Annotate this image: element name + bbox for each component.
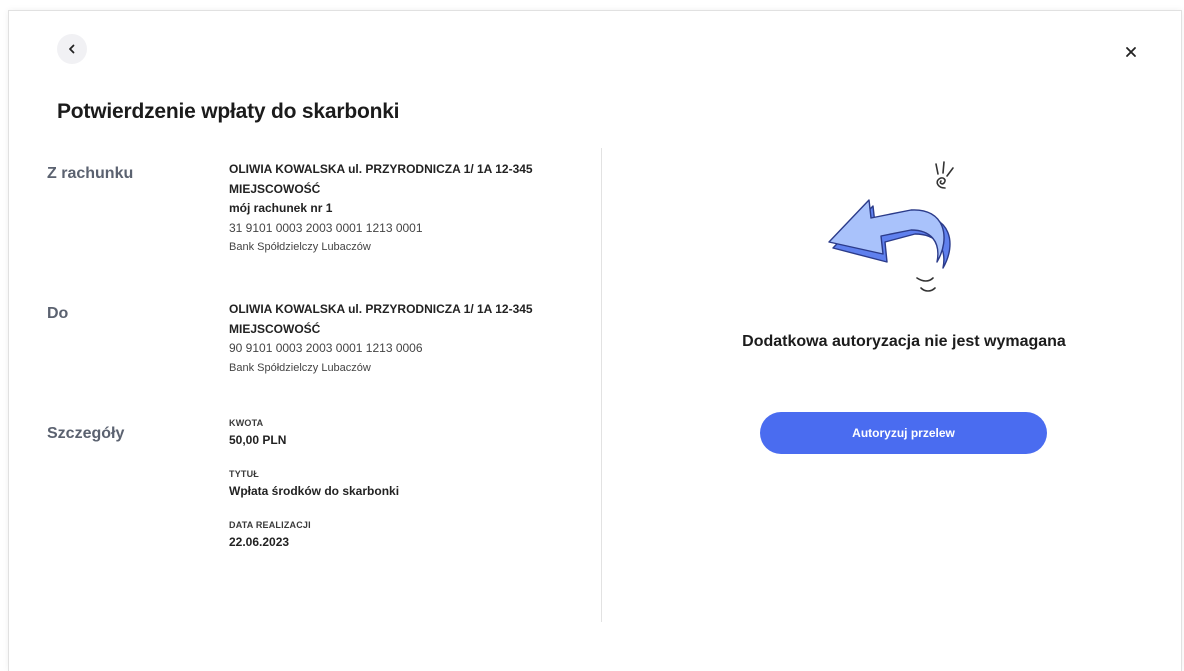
- authorization-status-text: Dodatkowa autoryzacja nie jest wymagana: [742, 333, 1066, 350]
- to-account-details: OLIWIA KOWALSKA ul. PRZYRODNICZA 1/ 1A 1…: [229, 300, 533, 378]
- to-bank-name: Bank Spółdzielczy Lubaczów: [229, 361, 371, 374]
- swirl-icon: [936, 177, 946, 189]
- from-account-name: mój rachunek nr 1: [229, 201, 333, 215]
- to-owner-line2: MIEJSCOWOŚĆ: [229, 321, 321, 336]
- amount-value: 50,00 PLN: [229, 433, 287, 447]
- from-account-number: 31 9101 0003 2003 0001 1213 0001: [229, 220, 423, 235]
- to-account-label: Do: [47, 305, 69, 322]
- execution-date-label: DATA REALIZACJI: [229, 520, 311, 530]
- details-label: Szczegóły: [47, 425, 125, 442]
- return-arrow-illustration: [828, 161, 954, 292]
- from-bank-name: Bank Spółdzielczy Lubaczów: [229, 241, 371, 253]
- amount-label: KWOTA: [229, 418, 264, 428]
- from-owner-line1: OLIWIA KOWALSKA ul. PRZYRODNICZA 1/ 1A 1…: [229, 162, 533, 176]
- page-title: Potwierdzenie wpłaty do skarbonki: [57, 100, 400, 123]
- curved-arrow-icon: [828, 199, 951, 269]
- back-button[interactable]: [57, 34, 87, 64]
- close-button[interactable]: [1116, 37, 1146, 67]
- sparkle-lines-icon: [935, 161, 954, 177]
- to-owner-line1: OLIWIA KOWALSKA ul. PRZYRODNICZA 1/ 1A 1…: [229, 302, 533, 316]
- transfer-details: KWOTA 50,00 PLN TYTUŁ Wpłata środków do …: [229, 418, 399, 571]
- execution-date-value: 22.06.2023: [229, 535, 290, 549]
- transfer-title-label: TYTUŁ: [229, 469, 259, 479]
- to-account-number: 90 9101 0003 2003 0001 1213 0006: [229, 341, 423, 355]
- from-owner-line2: MIEJSCOWOŚĆ: [229, 181, 321, 196]
- from-account-label: Z rachunku: [47, 165, 134, 182]
- column-divider: [601, 148, 602, 622]
- chevron-left-icon: [69, 44, 75, 54]
- authorize-transfer-button[interactable]: Autoryzuj przelew: [760, 412, 1047, 454]
- transfer-title-value: Wpłata środków do skarbonki: [229, 484, 400, 498]
- motion-lines-icon: [916, 277, 936, 292]
- close-icon: [1126, 47, 1136, 57]
- from-account-details: OLIWIA KOWALSKA ul. PRZYRODNICZA 1/ 1A 1…: [229, 160, 533, 258]
